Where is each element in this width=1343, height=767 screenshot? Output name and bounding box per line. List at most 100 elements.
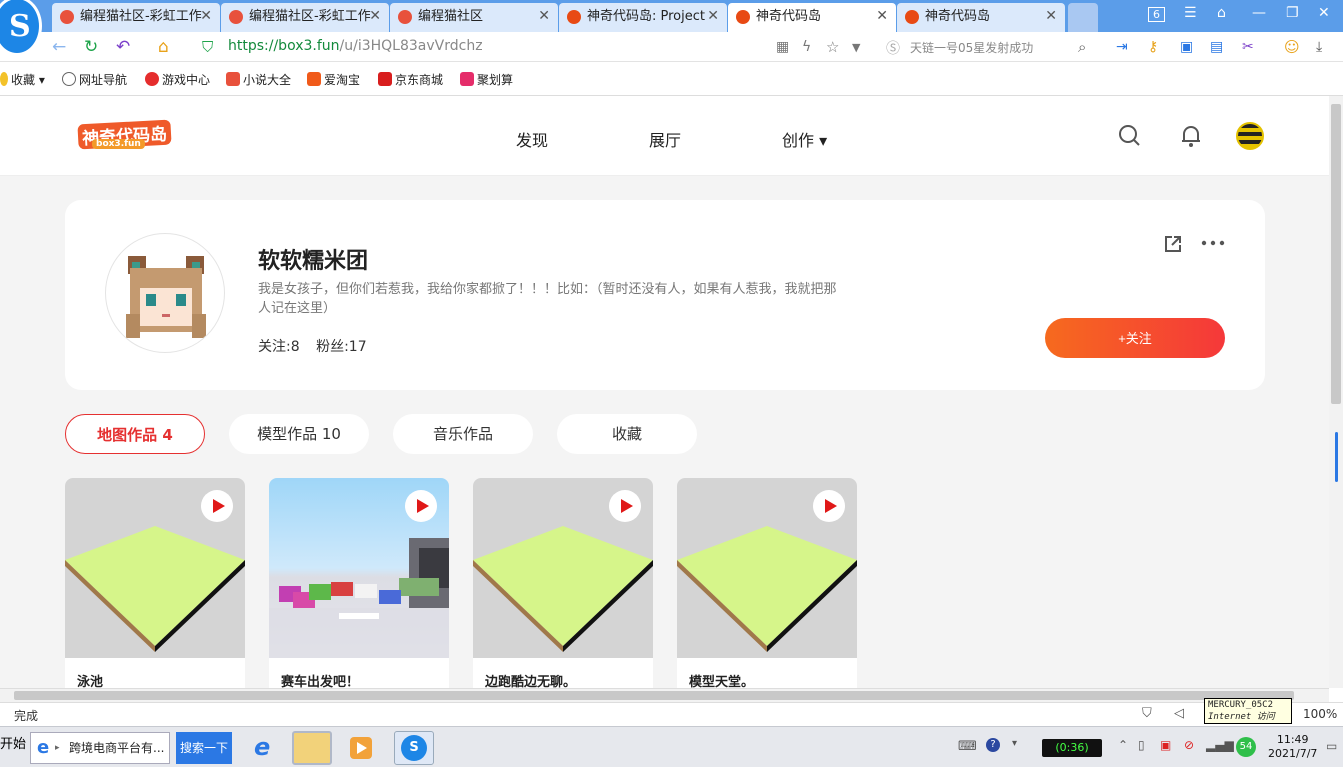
browser-tab[interactable]: 神奇代码岛 ✕ bbox=[897, 3, 1065, 32]
work-title: 泳池 bbox=[77, 675, 104, 688]
scroll-thumb[interactable] bbox=[1331, 104, 1341, 404]
work-card[interactable]: 边跑酷边无聊。 bbox=[473, 478, 653, 688]
bell-icon[interactable] bbox=[1180, 124, 1202, 148]
profile-stats: 关注:8 粉丝:17 bbox=[258, 336, 367, 356]
home-icon[interactable]: ⌂ bbox=[158, 37, 169, 57]
mute-icon[interactable]: ⊘ bbox=[1184, 738, 1194, 752]
tray-expand-icon[interactable]: ⌃ bbox=[1118, 738, 1128, 752]
qr-icon[interactable]: ▦ bbox=[776, 39, 789, 55]
fav-games[interactable]: 游戏中心 bbox=[145, 71, 210, 88]
fav-juhuasuan[interactable]: 聚划算 bbox=[460, 71, 513, 88]
browser-tab[interactable]: 编程猫社区 ✕ bbox=[390, 3, 558, 32]
keyboard-icon[interactable]: ⌨ bbox=[958, 739, 977, 754]
dropdown-icon[interactable]: ▼ bbox=[852, 41, 860, 54]
folder-icon[interactable] bbox=[292, 731, 332, 765]
nav-gallery[interactable]: 展厅 bbox=[649, 127, 681, 151]
fav-taobao[interactable]: 爱淘宝 bbox=[307, 71, 360, 88]
work-card[interactable]: 泳池 bbox=[65, 478, 245, 688]
speaker-icon[interactable]: ◁ bbox=[1174, 706, 1184, 721]
maximize-icon[interactable]: ❐ bbox=[1286, 5, 1299, 21]
scroll-thumb[interactable] bbox=[14, 691, 1294, 700]
lightning-icon[interactable]: ϟ bbox=[802, 39, 811, 55]
star-icon[interactable]: ☆ bbox=[826, 38, 839, 56]
tab-map-works[interactable]: 地图作品 4 bbox=[65, 414, 205, 454]
emoji-icon[interactable]: ☺ bbox=[1284, 38, 1300, 56]
tab-count-badge[interactable]: 6 bbox=[1148, 7, 1165, 22]
browser-tab[interactable]: 编程猫社区-彩虹工作 ✕ bbox=[221, 3, 389, 32]
minimize-icon[interactable]: — bbox=[1252, 5, 1266, 21]
profile-card: 软软糯米团 我是女孩子，但你们若惹我，我给你家都掀了！！！比如：（暂时还没有人，… bbox=[65, 200, 1265, 390]
battery-indicator[interactable]: (0:36) bbox=[1042, 739, 1102, 757]
nav-create[interactable]: 创作 ▾ bbox=[782, 127, 827, 151]
show-desktop-icon[interactable]: ▭ bbox=[1326, 739, 1337, 753]
close-window-icon[interactable]: ✕ bbox=[1318, 5, 1330, 21]
followers-count[interactable]: 粉丝:17 bbox=[316, 339, 367, 355]
tab-close-icon[interactable]: ✕ bbox=[369, 3, 381, 30]
taskbar-item-ie[interactable]: e ▸ 跨境电商平台有... bbox=[30, 732, 170, 764]
zoom-level[interactable]: 100% bbox=[1303, 707, 1337, 721]
ie-quicklaunch-icon[interactable]: e bbox=[244, 731, 284, 765]
browser-tab[interactable]: 神奇代码岛: Project ✕ bbox=[559, 3, 727, 32]
help-icon[interactable]: ? bbox=[986, 738, 1000, 752]
undo-icon[interactable]: ↶ bbox=[116, 37, 130, 57]
url-field[interactable]: https://box3.fun/u/i3HQL83avVrdchz bbox=[228, 38, 483, 54]
browser-tab-active[interactable]: 神奇代码岛 ✕ bbox=[728, 3, 896, 32]
nav-discover[interactable]: 发现 bbox=[516, 127, 548, 151]
new-tab-button[interactable] bbox=[1068, 3, 1098, 32]
play-icon[interactable] bbox=[201, 490, 233, 522]
refresh-icon[interactable]: ↻ bbox=[84, 37, 98, 57]
signal-icon[interactable]: ▂▄▆ bbox=[1206, 738, 1234, 752]
fav-novels[interactable]: 小说大全 bbox=[226, 71, 291, 88]
tab-close-icon[interactable]: ✕ bbox=[200, 3, 212, 30]
tab-close-icon[interactable]: ✕ bbox=[707, 3, 719, 30]
share-icon[interactable] bbox=[1163, 234, 1183, 254]
tab-music-works[interactable]: 音乐作品 bbox=[393, 414, 533, 454]
fav-collection[interactable]: 收藏 ▾ bbox=[0, 71, 45, 88]
security-badge[interactable]: 54 bbox=[1236, 737, 1256, 757]
vertical-scrollbar[interactable] bbox=[1329, 96, 1343, 688]
battery-icon[interactable]: ▯ bbox=[1138, 738, 1145, 752]
shield-icon[interactable]: ⛉ bbox=[1142, 706, 1152, 721]
clock[interactable]: 11:49 2021/7/7 bbox=[1268, 733, 1317, 761]
fav-nav[interactable]: 网址导航 bbox=[62, 71, 127, 88]
taskbar-search-button[interactable]: 搜索一下 bbox=[176, 732, 232, 764]
search-hint[interactable]: 天链一号05星发射成功 bbox=[910, 39, 1033, 56]
skin-icon[interactable]: ⌂ bbox=[1217, 5, 1226, 21]
work-card[interactable]: 赛车出发吧！ bbox=[269, 478, 449, 688]
download-icon[interactable]: ⤓ bbox=[1316, 39, 1322, 55]
menu-icon[interactable]: ☰ bbox=[1184, 5, 1197, 21]
play-icon[interactable] bbox=[813, 490, 845, 522]
back-icon[interactable]: ← bbox=[52, 37, 66, 57]
following-count[interactable]: 关注:8 bbox=[258, 339, 300, 355]
fav-jd[interactable]: 京东商城 bbox=[378, 71, 443, 88]
screen-icon[interactable]: ▤ bbox=[1210, 39, 1223, 55]
tab-favorites[interactable]: 收藏 bbox=[557, 414, 697, 454]
tray-arrow-icon[interactable]: ▾ bbox=[1012, 738, 1017, 749]
start-button[interactable]: 开始 bbox=[0, 733, 26, 752]
follow-button[interactable]: +关注 bbox=[1045, 318, 1225, 358]
tab-model-works[interactable]: 模型作品 10 bbox=[229, 414, 369, 454]
sogou-browser-icon[interactable]: S bbox=[394, 731, 434, 765]
scissors-icon[interactable]: ✂ bbox=[1242, 39, 1254, 55]
work-card[interactable]: 模型天堂。 bbox=[677, 478, 857, 688]
profile-avatar bbox=[105, 233, 225, 353]
more-options-icon[interactable] bbox=[1201, 238, 1225, 248]
login-icon[interactable]: ⇥ bbox=[1116, 39, 1128, 55]
play-icon[interactable] bbox=[609, 490, 641, 522]
user-avatar[interactable] bbox=[1236, 122, 1264, 150]
browser-tab[interactable]: 编程猫社区-彩虹工作 ✕ bbox=[52, 3, 220, 32]
browser-tab-title: 神奇代码岛 bbox=[756, 9, 822, 24]
tab-close-icon[interactable]: ✕ bbox=[876, 3, 888, 30]
browser-tab-title: 编程猫社区-彩虹工作 bbox=[249, 9, 371, 24]
site-logo[interactable]: 神奇代码岛 box3.fun bbox=[77, 119, 174, 152]
search-icon[interactable] bbox=[1118, 124, 1142, 148]
media-player-icon[interactable] bbox=[342, 731, 382, 765]
horizontal-scrollbar[interactable] bbox=[0, 688, 1329, 702]
translate-icon[interactable]: ▣ bbox=[1180, 39, 1193, 55]
play-icon[interactable] bbox=[405, 490, 437, 522]
tab-close-icon[interactable]: ✕ bbox=[1045, 3, 1057, 30]
tab-close-icon[interactable]: ✕ bbox=[538, 3, 550, 30]
network-icon[interactable]: ▣ bbox=[1160, 738, 1171, 752]
search-icon[interactable]: ⌕ bbox=[1078, 38, 1086, 56]
key-icon[interactable]: ⚷ bbox=[1148, 39, 1158, 55]
